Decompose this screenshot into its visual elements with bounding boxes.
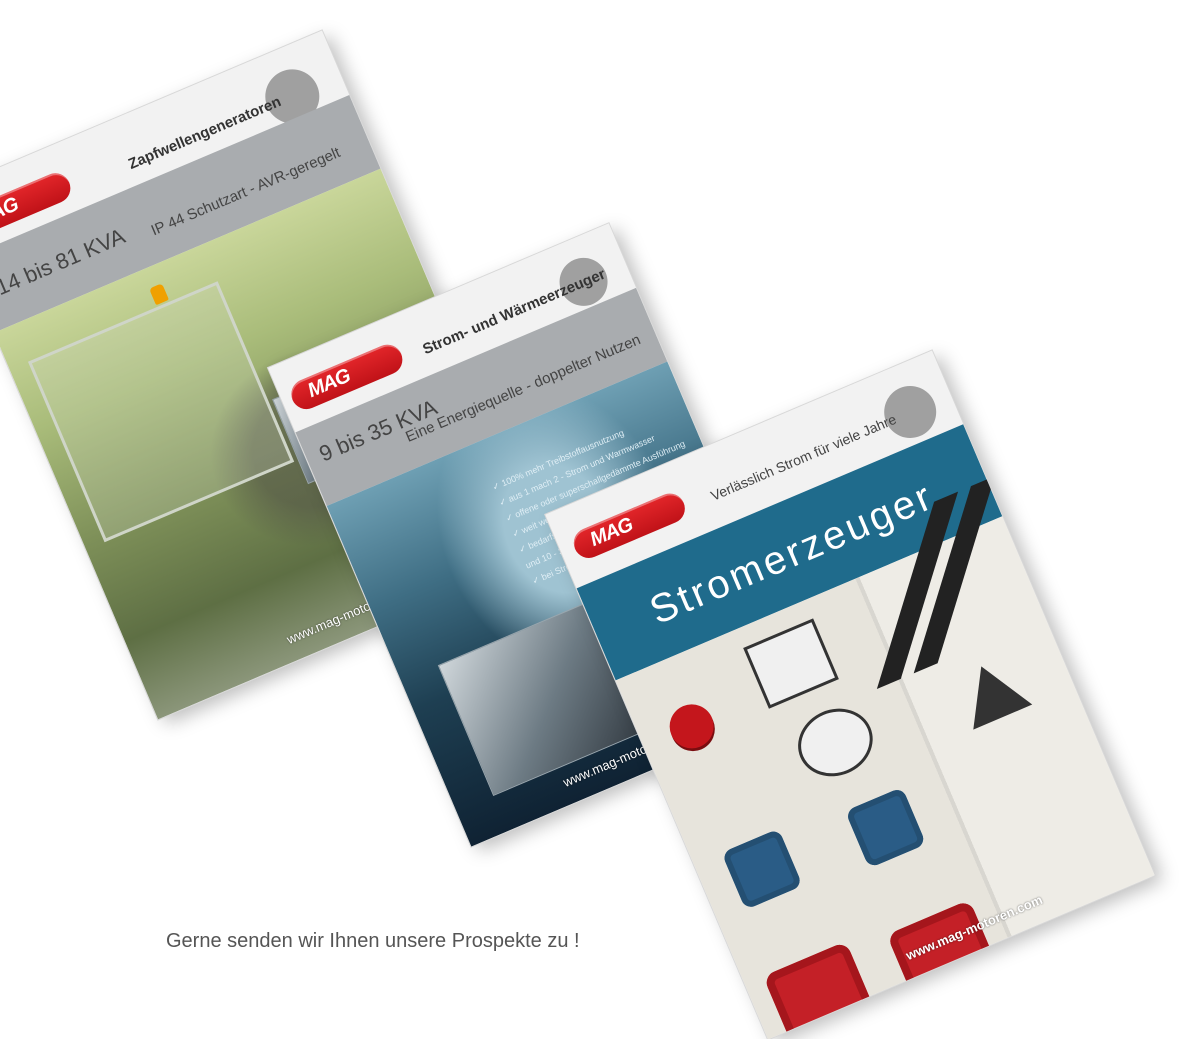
tractor-cab <box>27 281 295 543</box>
blue-socket <box>845 786 927 869</box>
blue-socket <box>721 828 803 910</box>
caption-text: Gerne senden wir Ihnen unsere Prospekte … <box>166 930 580 952</box>
voltmeter-gauge <box>743 618 839 709</box>
red-socket <box>763 941 877 1039</box>
emergency-stop-button <box>662 697 721 756</box>
hour-meter-gauge <box>787 697 884 788</box>
hot-surface-warning-icon <box>951 653 1033 730</box>
